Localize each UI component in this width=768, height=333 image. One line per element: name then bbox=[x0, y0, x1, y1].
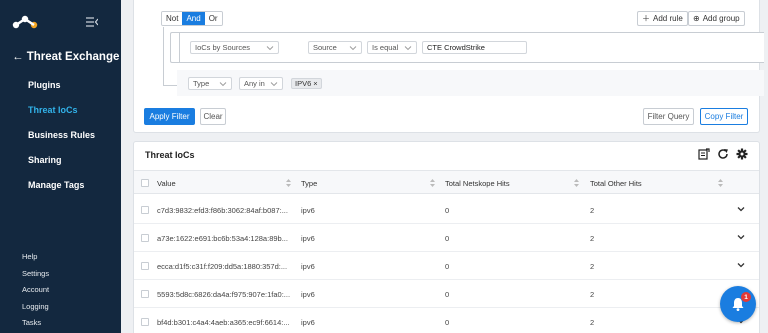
tree-connector bbox=[163, 85, 177, 86]
column-header-netskope-hits[interactable]: Total Netskope Hits bbox=[445, 179, 510, 188]
add-group-button[interactable]: ⊕ Add group bbox=[688, 11, 745, 26]
add-rule-button[interactable]: ＋ Add rule bbox=[637, 11, 688, 26]
sort-icon[interactable] bbox=[286, 179, 291, 187]
rule-operator-select[interactable]: Any in bbox=[239, 77, 283, 90]
cell-value: c7d3:9832:efd3:f86b:3062:84af:b087:... bbox=[157, 206, 288, 215]
sidebar-item-plugins[interactable]: Plugins bbox=[28, 80, 61, 90]
table-header: Value Type Total Netskope Hits Total Oth… bbox=[134, 170, 759, 194]
plus-circle-icon: ⊕ bbox=[693, 14, 700, 23]
sidebar-link-settings[interactable]: Settings bbox=[22, 269, 49, 278]
refresh-icon[interactable] bbox=[717, 148, 729, 160]
column-header-value[interactable]: Value bbox=[157, 179, 176, 188]
logic-toggle-group: Not And Or bbox=[161, 11, 223, 26]
netskope-logo-icon[interactable] bbox=[10, 14, 40, 30]
cell-netskope-hits: 0 bbox=[445, 262, 450, 271]
sidebar-link-account[interactable]: Account bbox=[22, 285, 49, 294]
rule-operator-select[interactable]: Is equal bbox=[367, 41, 417, 54]
table-row[interactable]: ecca:d1f5:c31f:f209:dd5a:1880:357d:... i… bbox=[134, 252, 759, 280]
sidebar-item-threat-iocs[interactable]: Threat IoCs bbox=[28, 105, 78, 115]
cell-type: ipv6 bbox=[301, 206, 315, 215]
column-header-type[interactable]: Type bbox=[301, 179, 317, 188]
table-row[interactable]: 5593:5d8c:6826:da4a:f975:907e:1fa0:... i… bbox=[134, 280, 759, 308]
back-to-threat-exchange[interactable]: ← Threat Exchange bbox=[12, 51, 119, 63]
rule-group-row: IoCs by Sources Source Is equal CTE Crow… bbox=[170, 32, 764, 63]
clear-filter-button[interactable]: Clear bbox=[200, 108, 226, 125]
tree-connector bbox=[179, 33, 180, 62]
rule-value-input[interactable]: CTE CrowdStrike bbox=[422, 41, 527, 54]
rule-field-select[interactable]: Type bbox=[188, 77, 232, 90]
cell-other-hits: 2 bbox=[590, 262, 595, 271]
cell-value: bf4d:b301:c4a4:4aeb:a365:ec9f:6614:... bbox=[157, 318, 290, 327]
chevron-down-icon bbox=[270, 82, 278, 87]
sidebar-item-sharing[interactable]: Sharing bbox=[28, 155, 62, 165]
select-all-checkbox[interactable] bbox=[141, 179, 149, 187]
logic-or-button[interactable]: Or bbox=[204, 12, 222, 25]
back-arrow-icon: ← bbox=[12, 51, 24, 63]
cell-type: ipv6 bbox=[301, 262, 315, 271]
remove-tag-icon[interactable]: × bbox=[313, 79, 317, 88]
collapse-sidebar-icon[interactable] bbox=[86, 17, 98, 27]
sort-icon[interactable] bbox=[574, 179, 579, 187]
chevron-down-icon[interactable] bbox=[737, 206, 745, 212]
chevron-down-icon[interactable] bbox=[737, 262, 745, 268]
column-header-other-hits[interactable]: Total Other Hits bbox=[590, 179, 642, 188]
sidebar: ← Threat Exchange Plugins Threat IoCs Bu… bbox=[0, 0, 121, 333]
rule-field-select[interactable]: Source bbox=[308, 41, 362, 54]
section-title: Threat Exchange bbox=[26, 51, 120, 63]
cell-other-hits: 2 bbox=[590, 206, 595, 215]
cell-value: a73e:1622:e691:bc6b:53a4:128a:89b... bbox=[157, 234, 288, 243]
cell-netskope-hits: 0 bbox=[445, 290, 450, 299]
copy-filter-button[interactable]: Copy Filter bbox=[700, 108, 748, 125]
main-content: Not And Or ＋ Add rule ⊕ Add group IoCs b… bbox=[121, 0, 768, 333]
row-checkbox[interactable] bbox=[141, 290, 149, 298]
chevron-down-icon bbox=[219, 82, 227, 87]
row-checkbox[interactable] bbox=[141, 206, 149, 214]
cell-type: ipv6 bbox=[301, 318, 315, 327]
logic-and-button[interactable]: And bbox=[182, 12, 205, 25]
row-checkbox[interactable] bbox=[141, 262, 149, 270]
group-field-select[interactable]: IoCs by Sources bbox=[190, 41, 279, 54]
table-row[interactable]: bf4d:b301:c4a4:4aeb:a365:ec9f:6614:... i… bbox=[134, 308, 759, 333]
cell-value: 5593:5d8c:6826:da4a:f975:907e:1fa0:... bbox=[157, 290, 291, 299]
row-checkbox[interactable] bbox=[141, 318, 149, 326]
sidebar-item-manage-tags[interactable]: Manage Tags bbox=[28, 180, 84, 190]
cell-netskope-hits: 0 bbox=[445, 318, 450, 327]
chevron-down-icon bbox=[404, 46, 412, 51]
sidebar-link-tasks[interactable]: Tasks bbox=[22, 318, 41, 327]
export-icon[interactable] bbox=[698, 148, 710, 160]
cell-type: ipv6 bbox=[301, 234, 315, 243]
cell-netskope-hits: 0 bbox=[445, 234, 450, 243]
table-title: Threat IoCs bbox=[145, 150, 195, 160]
chevron-down-icon bbox=[349, 46, 357, 51]
row-checkbox[interactable] bbox=[141, 234, 149, 242]
logic-not-button[interactable]: Not bbox=[162, 12, 183, 25]
cell-other-hits: 2 bbox=[590, 290, 595, 299]
sort-icon[interactable] bbox=[718, 179, 723, 187]
chevron-down-icon[interactable] bbox=[737, 234, 745, 240]
tree-connector bbox=[163, 27, 164, 85]
filter-builder: Not And Or ＋ Add rule ⊕ Add group IoCs b… bbox=[133, 0, 764, 133]
notifications-button[interactable] bbox=[720, 286, 756, 322]
filter-query-button[interactable]: Filter Query bbox=[643, 108, 694, 125]
cell-netskope-hits: 0 bbox=[445, 206, 450, 215]
cell-type: ipv6 bbox=[301, 290, 315, 299]
gear-icon[interactable] bbox=[736, 148, 748, 160]
table-row[interactable]: c7d3:9832:efd3:f86b:3062:84af:b087:... i… bbox=[134, 196, 759, 224]
threat-iocs-table: Threat IoCs Value Type Total Netskope Hi… bbox=[133, 141, 760, 333]
cell-other-hits: 2 bbox=[590, 318, 595, 327]
cell-value: ecca:d1f5:c31f:f209:dd5a:1880:357d:... bbox=[157, 262, 288, 271]
sidebar-link-help[interactable]: Help bbox=[22, 252, 37, 261]
sidebar-link-logging[interactable]: Logging bbox=[22, 302, 49, 311]
chevron-down-icon bbox=[266, 46, 274, 51]
table-row[interactable]: a73e:1622:e691:bc6b:53a4:128a:89b... ipv… bbox=[134, 224, 759, 252]
sort-icon[interactable] bbox=[430, 179, 435, 187]
rule-value-tag: IPV6 × bbox=[291, 78, 322, 89]
plus-icon: ＋ bbox=[642, 14, 650, 23]
apply-filter-button[interactable]: Apply Filter bbox=[144, 108, 195, 125]
notification-count-badge: 1 bbox=[741, 292, 751, 302]
sidebar-item-business-rules[interactable]: Business Rules bbox=[28, 130, 95, 140]
rule-row: Type Any in IPV6 × bbox=[177, 70, 764, 96]
cell-other-hits: 2 bbox=[590, 234, 595, 243]
